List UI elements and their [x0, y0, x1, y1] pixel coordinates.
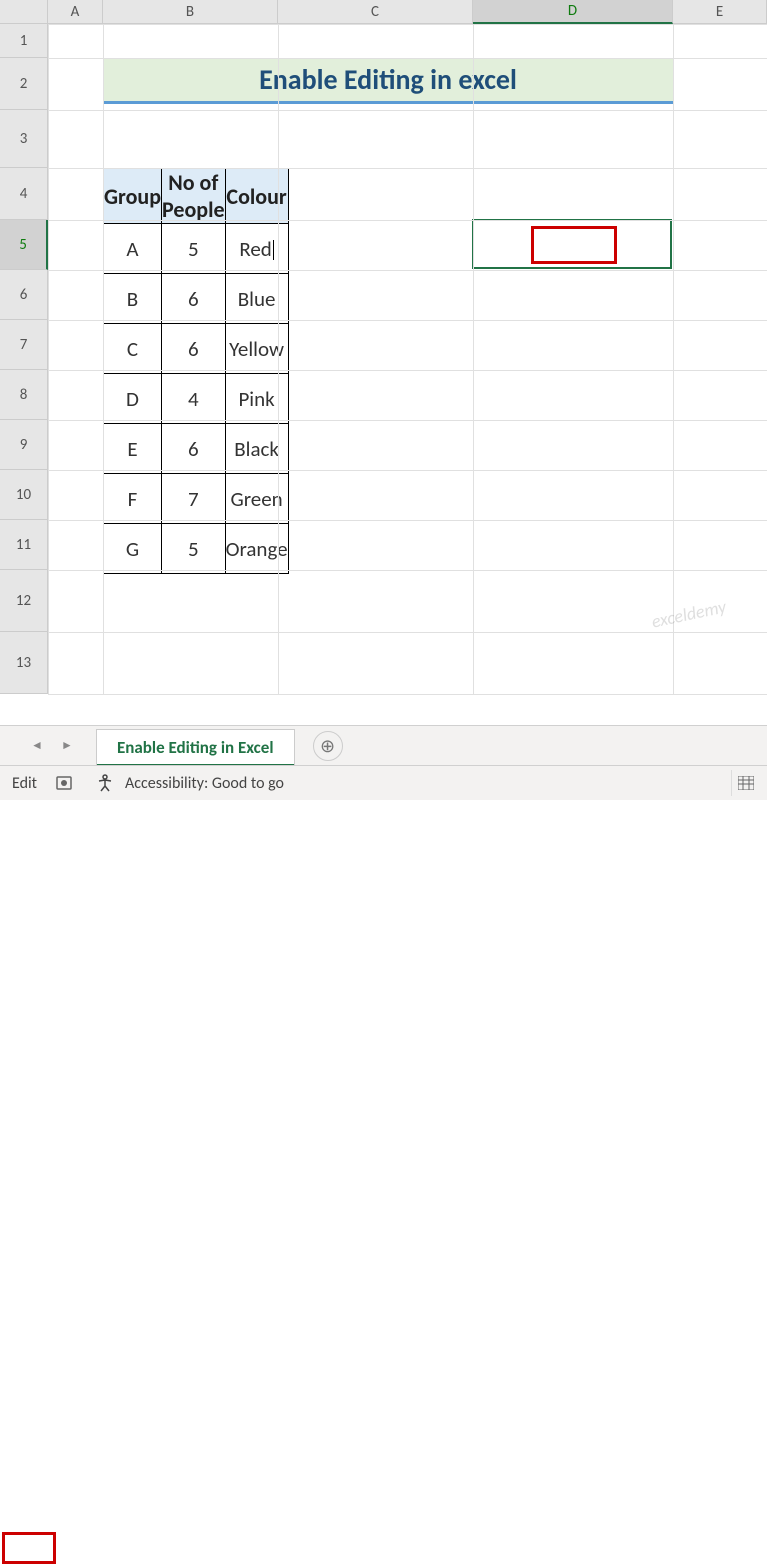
tab-prev-button[interactable]: ◄	[26, 735, 48, 757]
table-cell[interactable]: D	[104, 374, 162, 424]
table-row: F7Green	[104, 474, 289, 524]
view-controls	[731, 770, 759, 796]
table-row: G5Orange	[104, 524, 289, 574]
macro-record-icon[interactable]	[55, 773, 75, 793]
row-header-11[interactable]: 11	[0, 520, 48, 570]
table-header[interactable]: No of People	[162, 169, 226, 224]
status-bar: Edit Accessibility: Good to go	[0, 765, 767, 800]
row-header-10[interactable]: 10	[0, 470, 48, 520]
table-row: A5 Red	[104, 224, 289, 274]
new-sheet-button[interactable]: ⊕	[313, 731, 343, 761]
table-row: E6Black	[104, 424, 289, 474]
row-header-1[interactable]: 1	[0, 24, 48, 58]
col-header-A[interactable]: A	[48, 0, 103, 24]
column-headers: ABCDE	[48, 0, 767, 24]
watermark: exceldemy	[650, 595, 728, 632]
text-cursor	[273, 240, 274, 260]
row-header-7[interactable]: 7	[0, 320, 48, 370]
data-table: GroupNo of PeopleColourA5RedB6BlueC6Yell…	[103, 168, 289, 574]
table-cell[interactable]: F	[104, 474, 162, 524]
row-headers: 12345678910111213	[0, 24, 48, 694]
status-mode[interactable]: Edit	[4, 770, 45, 797]
col-header-D[interactable]: D	[473, 0, 673, 24]
table-cell[interactable]: A	[104, 224, 162, 274]
table-cell[interactable]: C	[104, 324, 162, 374]
row-header-8[interactable]: 8	[0, 370, 48, 420]
tab-nav: ◄ ►	[0, 735, 96, 757]
table-row: D4Pink	[104, 374, 289, 424]
col-header-B[interactable]: B	[103, 0, 278, 24]
row-header-5[interactable]: 5	[0, 220, 48, 270]
annotation-highlight-cell	[531, 226, 617, 264]
mode-label: Edit	[12, 774, 37, 793]
editing-text: Red	[239, 236, 272, 262]
accessibility-status: Accessibility: Good to go	[125, 774, 284, 793]
table-row: B6Blue	[104, 274, 289, 324]
sheet-tab-label: Enable Editing in Excel	[117, 737, 274, 758]
row-header-12[interactable]: 12	[0, 570, 48, 632]
annotation-highlight-mode	[2, 1532, 56, 1564]
spreadsheet-area: ABCDE 12345678910111213 Enable Editing i…	[0, 0, 767, 725]
editing-cell-selection	[472, 219, 672, 269]
table-cell[interactable]: 6	[162, 274, 226, 324]
table-cell[interactable]: 5	[162, 224, 226, 274]
accessibility-icon[interactable]	[95, 773, 115, 793]
row-header-13[interactable]: 13	[0, 632, 48, 694]
table-cell[interactable]: 4	[162, 374, 226, 424]
table-cell[interactable]: 5	[162, 524, 226, 574]
select-all-corner[interactable]	[0, 0, 48, 24]
title-text: Enable Editing in excel	[259, 62, 517, 97]
sheet-tab-active[interactable]: Enable Editing in Excel	[96, 729, 295, 765]
col-header-E[interactable]: E	[673, 0, 767, 24]
row-header-9[interactable]: 9	[0, 420, 48, 470]
title-merged-cell[interactable]: Enable Editing in excel	[103, 58, 673, 104]
table-row: C6Yellow	[104, 324, 289, 374]
table-cell[interactable]: 6	[162, 424, 226, 474]
table-cell[interactable]: G	[104, 524, 162, 574]
table-header[interactable]: Group	[104, 169, 162, 224]
row-header-6[interactable]: 6	[0, 270, 48, 320]
sheet-tab-strip: ◄ ► Enable Editing in Excel ⊕	[0, 725, 767, 765]
tab-next-button[interactable]: ►	[56, 735, 78, 757]
view-normal-icon[interactable]	[731, 770, 759, 796]
row-header-3[interactable]: 3	[0, 110, 48, 168]
table-cell[interactable]: E	[104, 424, 162, 474]
col-header-C[interactable]: C	[278, 0, 473, 24]
table-cell[interactable]: 7	[162, 474, 226, 524]
row-header-2[interactable]: 2	[0, 58, 48, 110]
table-cell[interactable]: B	[104, 274, 162, 324]
table-cell[interactable]: 6	[162, 324, 226, 374]
row-header-4[interactable]: 4	[0, 168, 48, 220]
